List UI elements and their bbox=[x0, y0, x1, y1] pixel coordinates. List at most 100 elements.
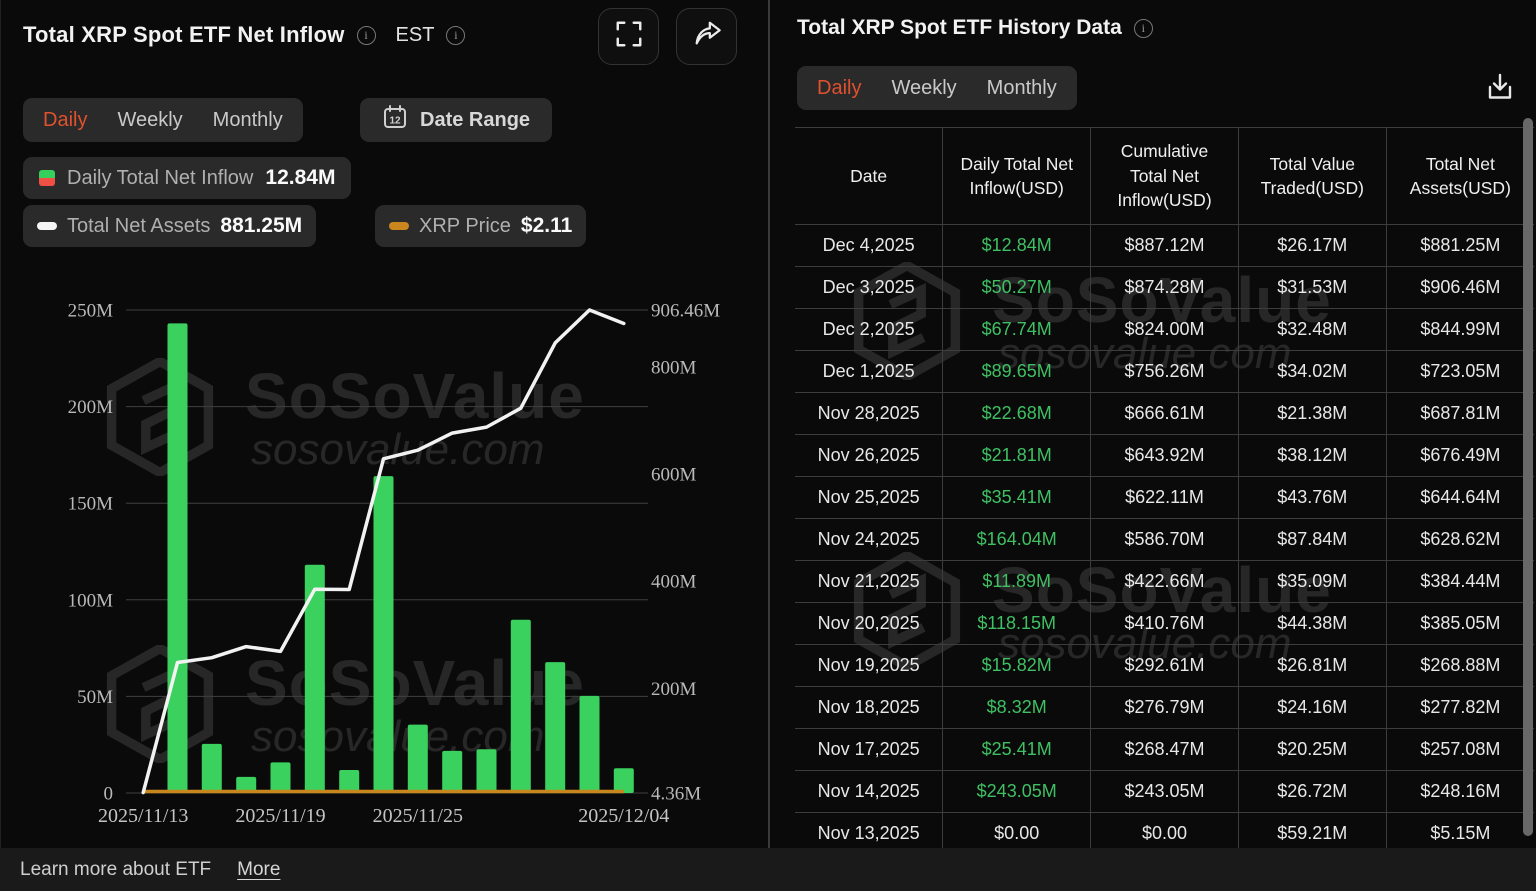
table-cell: $723.05M bbox=[1386, 351, 1534, 393]
table-row: Nov 24,2025$164.04M$586.70M$87.84M$628.6… bbox=[795, 519, 1534, 561]
legend-total-net-assets[interactable]: Total Net Assets 881.25M bbox=[23, 205, 316, 247]
svg-text:200M: 200M bbox=[68, 397, 114, 418]
table-cell: $844.99M bbox=[1386, 309, 1534, 351]
table-cell: $384.44M bbox=[1386, 561, 1534, 603]
footer-more-link[interactable]: More bbox=[237, 859, 280, 881]
table-cell: $50.27M bbox=[943, 267, 1091, 309]
table-row: Dec 4,2025$12.84M$887.12M$26.17M$881.25M bbox=[795, 225, 1534, 267]
legend-daily-net-inflow[interactable]: Daily Total Net Inflow 12.84M bbox=[23, 157, 351, 199]
share-icon bbox=[692, 19, 722, 54]
chart-toolbar bbox=[598, 8, 737, 65]
svg-text:2025/11/25: 2025/11/25 bbox=[373, 805, 463, 827]
inflow-bars bbox=[168, 323, 634, 793]
table-cell: $887.12M bbox=[1091, 225, 1239, 267]
svg-text:600M: 600M bbox=[651, 465, 697, 486]
table-cell: $31.53M bbox=[1238, 267, 1386, 309]
svg-text:2025/12/04: 2025/12/04 bbox=[578, 805, 669, 827]
chart-period-tabs: Daily Weekly Monthly bbox=[23, 98, 303, 142]
assets-series-icon bbox=[37, 222, 57, 230]
footer-text: Learn more about ETF bbox=[20, 859, 211, 881]
price-series-icon bbox=[389, 222, 409, 230]
table-cell: $12.84M bbox=[943, 225, 1091, 267]
table-cell: $243.05M bbox=[943, 771, 1091, 813]
share-button[interactable] bbox=[676, 8, 737, 65]
table-cell: $22.68M bbox=[943, 393, 1091, 435]
table-cell: $824.00M bbox=[1091, 309, 1239, 351]
table-cell: $268.88M bbox=[1386, 645, 1534, 687]
table-cell: Dec 4,2025 bbox=[795, 225, 943, 267]
table-row: Nov 21,2025$11.89M$422.66M$35.09M$384.44… bbox=[795, 561, 1534, 603]
table-cell: $67.74M bbox=[943, 309, 1091, 351]
tab-daily[interactable]: Daily bbox=[817, 77, 861, 100]
table-cell: $385.05M bbox=[1386, 603, 1534, 645]
download-button[interactable] bbox=[1480, 70, 1520, 108]
tab-weekly[interactable]: Weekly bbox=[117, 109, 182, 132]
table-cell: $44.38M bbox=[1238, 603, 1386, 645]
svg-text:200M: 200M bbox=[651, 679, 697, 700]
table-cell: $8.32M bbox=[943, 687, 1091, 729]
info-icon[interactable] bbox=[446, 26, 465, 45]
info-icon[interactable] bbox=[357, 26, 376, 45]
table-cell: $21.38M bbox=[1238, 393, 1386, 435]
table-cell: Nov 26,2025 bbox=[795, 435, 943, 477]
table-row: Dec 3,2025$50.27M$874.28M$31.53M$906.46M bbox=[795, 267, 1534, 309]
table-cell: $25.41M bbox=[943, 729, 1091, 771]
table-row: Nov 17,2025$25.41M$268.47M$20.25M$257.08… bbox=[795, 729, 1534, 771]
table-cell: $268.47M bbox=[1091, 729, 1239, 771]
date-range-button[interactable]: 12 Date Range bbox=[360, 98, 552, 142]
tab-monthly[interactable]: Monthly bbox=[987, 77, 1057, 100]
svg-text:4.36M: 4.36M bbox=[651, 784, 701, 805]
date-range-label: Date Range bbox=[420, 109, 530, 132]
fullscreen-button[interactable] bbox=[598, 8, 659, 65]
table-cell: Nov 17,2025 bbox=[795, 729, 943, 771]
info-icon[interactable] bbox=[1134, 19, 1153, 38]
table-cell: $292.61M bbox=[1091, 645, 1239, 687]
legend-xrp-price[interactable]: XRP Price $2.11 bbox=[375, 205, 586, 247]
table-title: Total XRP Spot ETF History Data bbox=[797, 16, 1122, 40]
table-cell: $35.09M bbox=[1238, 561, 1386, 603]
x-axis-labels: 2025/11/132025/11/192025/11/252025/12/04 bbox=[98, 805, 669, 827]
legend-label: Total Net Assets bbox=[67, 215, 210, 238]
table-cell: $644.64M bbox=[1386, 477, 1534, 519]
table-cell: $756.26M bbox=[1091, 351, 1239, 393]
footer-bar: Learn more about ETF More bbox=[0, 848, 1536, 891]
legend-label: Daily Total Net Inflow bbox=[67, 167, 253, 190]
svg-text:250M: 250M bbox=[68, 301, 114, 322]
tab-weekly[interactable]: Weekly bbox=[891, 77, 956, 100]
table-row: Nov 19,2025$15.82M$292.61M$26.81M$268.88… bbox=[795, 645, 1534, 687]
table-scrollbar[interactable] bbox=[1523, 118, 1533, 836]
tab-monthly[interactable]: Monthly bbox=[213, 109, 283, 132]
table-cell: $26.81M bbox=[1238, 645, 1386, 687]
table-header-row: Total XRP Spot ETF History Data bbox=[797, 16, 1153, 40]
svg-text:12: 12 bbox=[389, 116, 401, 127]
table-cell: $26.17M bbox=[1238, 225, 1386, 267]
table-cell: $35.41M bbox=[943, 477, 1091, 519]
column-header-net-assets: Total Net Assets(USD) bbox=[1386, 128, 1534, 225]
table-row: Nov 25,2025$35.41M$622.11M$43.76M$644.64… bbox=[795, 477, 1534, 519]
table-cell: $34.02M bbox=[1238, 351, 1386, 393]
tab-daily[interactable]: Daily bbox=[43, 109, 87, 132]
table-row: Nov 18,2025$8.32M$276.79M$24.16M$277.82M bbox=[795, 687, 1534, 729]
table-period-tabs: Daily Weekly Monthly bbox=[797, 66, 1077, 110]
table-cell: $276.79M bbox=[1091, 687, 1239, 729]
table-row: Nov 28,2025$22.68M$666.61M$21.38M$687.81… bbox=[795, 393, 1534, 435]
table-cell: $666.61M bbox=[1091, 393, 1239, 435]
table-cell: $906.46M bbox=[1386, 267, 1534, 309]
table-cell: $643.92M bbox=[1091, 435, 1239, 477]
legend-value: $2.11 bbox=[521, 214, 572, 238]
table-cell: $43.76M bbox=[1238, 477, 1386, 519]
table-cell: Dec 1,2025 bbox=[795, 351, 943, 393]
right-axis-labels: 906.46M800M600M400M200M4.36M bbox=[651, 301, 720, 805]
column-header-daily-net-inflow: Daily Total Net Inflow(USD) bbox=[943, 128, 1091, 225]
table-cell: $87.84M bbox=[1238, 519, 1386, 561]
table-cell: $15.82M bbox=[943, 645, 1091, 687]
svg-text:0: 0 bbox=[104, 784, 114, 805]
table-cell: Nov 18,2025 bbox=[795, 687, 943, 729]
table-cell: $118.15M bbox=[943, 603, 1091, 645]
svg-text:400M: 400M bbox=[651, 572, 697, 593]
table-row: Nov 14,2025$243.05M$243.05M$26.72M$248.1… bbox=[795, 771, 1534, 813]
svg-text:100M: 100M bbox=[68, 590, 114, 611]
table-row: Dec 1,2025$89.65M$756.26M$34.02M$723.05M bbox=[795, 351, 1534, 393]
table-cell: $676.49M bbox=[1386, 435, 1534, 477]
table-cell: $628.62M bbox=[1386, 519, 1534, 561]
